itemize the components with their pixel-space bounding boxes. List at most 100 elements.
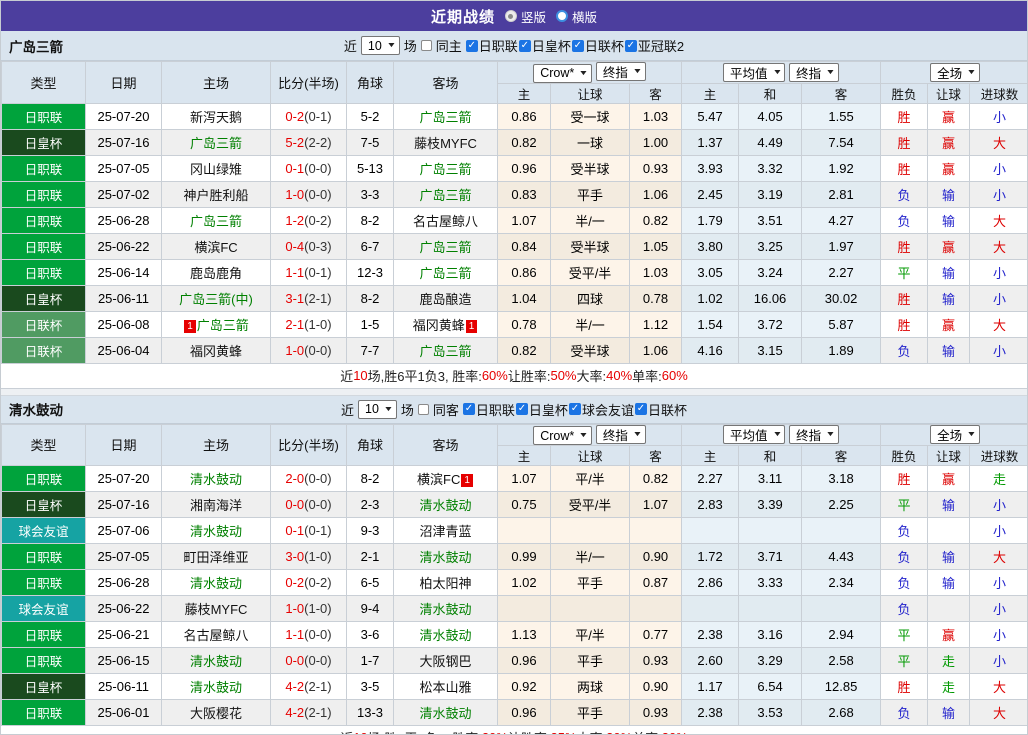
away-team-cell[interactable]: 柏太阳神: [393, 569, 498, 596]
result-goals-cell: 大: [969, 673, 1027, 700]
home-team-cell[interactable]: 横滨FC: [161, 232, 271, 260]
corners-cell: 6-5: [346, 569, 394, 596]
home-team-cell[interactable]: 清水鼓动: [161, 673, 271, 700]
bookmaker-select[interactable]: Crow* ▼: [533, 63, 593, 83]
away-team-cell[interactable]: 广岛三箭: [393, 258, 498, 286]
checkbox-checked-icon[interactable]: [518, 39, 531, 52]
odds-home-cell: 0.86: [497, 102, 551, 130]
home-team-cell[interactable]: 福冈黄蜂: [161, 336, 271, 364]
away-team-cell[interactable]: 藤枝MYFC: [393, 128, 498, 156]
home-team-cell[interactable]: 大阪樱花: [161, 699, 271, 726]
checkbox-checked-icon[interactable]: [462, 403, 475, 415]
league-type-cell: 日职联: [1, 699, 86, 726]
avg-draw-cell: 3.11: [738, 465, 803, 492]
result-wdl-cell: 平: [880, 258, 929, 286]
match-count-select[interactable]: 10 ▼: [360, 36, 400, 55]
away-team-cell[interactable]: 名古屋鲸八: [393, 206, 498, 234]
away-team-cell[interactable]: 松本山雅: [393, 673, 498, 700]
corners-cell: 3-3: [346, 180, 394, 208]
result-group-header: 全场 ▼: [880, 61, 1027, 84]
checkbox-checked-icon[interactable]: [571, 39, 584, 52]
home-team-cell[interactable]: 清水鼓动: [161, 465, 271, 492]
checkbox-checked-icon[interactable]: [515, 403, 528, 415]
away-team-cell[interactable]: 沼津青蓝: [393, 517, 498, 544]
matches-table-hiroshima: 类型 日期 主场 比分(半场) 角球 客场 Crow* ▼ 终指 ▼ 平均值 ▼ 终指…: [1, 61, 1027, 364]
result-wdl-cell: 负: [880, 206, 929, 234]
result-handicap-cell: 输: [927, 206, 971, 234]
odds-home-cell: 0.96: [497, 154, 551, 182]
handicap-cell: 受平/半: [550, 258, 630, 286]
avg-draw-cell: 16.06: [738, 284, 803, 312]
result-wdl-cell: 胜: [880, 284, 929, 312]
away-team-cell[interactable]: 广岛三箭: [393, 336, 498, 364]
score-cell: 4-2(2-1): [270, 699, 347, 726]
avg-away-cell: 1.97: [801, 232, 882, 260]
checkbox-checked-icon[interactable]: [624, 39, 637, 52]
away-team-cell[interactable]: 广岛三箭: [393, 232, 498, 260]
away-team-cell[interactable]: 广岛三箭: [393, 154, 498, 182]
avg-draw-cell: 4.05: [738, 102, 803, 130]
home-team-cell[interactable]: 藤枝MYFC: [161, 595, 271, 622]
same-venue-checkbox[interactable]: [417, 403, 429, 415]
league-type-cell: 日职联: [1, 647, 86, 674]
home-team-cell[interactable]: 冈山绿雉: [161, 154, 271, 182]
home-team-cell[interactable]: 町田泽维亚: [161, 543, 271, 570]
away-team-cell[interactable]: 清水鼓动: [393, 491, 498, 518]
away-team-cell[interactable]: 清水鼓动: [393, 595, 498, 622]
home-team-cell[interactable]: 广岛三箭: [161, 128, 271, 156]
radio-unchecked-icon[interactable]: [556, 10, 568, 22]
odds-home-cell: 0.84: [497, 232, 551, 260]
layout-radio-vertical[interactable]: 竖版: [504, 7, 546, 26]
home-team-cell[interactable]: 清水鼓动: [161, 517, 271, 544]
away-team-cell[interactable]: 鹿岛酿造: [393, 284, 498, 312]
checkbox-checked-icon[interactable]: [465, 39, 478, 52]
result-goals-cell: 大: [969, 310, 1027, 338]
home-team-cell[interactable]: 神户胜利船: [161, 180, 271, 208]
result-goals-cell: 小: [969, 595, 1027, 622]
chevron-down-icon: ▼: [825, 431, 836, 439]
home-team-cell[interactable]: 清水鼓动: [161, 647, 271, 674]
odds-time-select[interactable]: 终指 ▼: [595, 424, 646, 444]
home-team-cell[interactable]: 广岛三箭(中): [161, 284, 271, 312]
avg-time-select[interactable]: 终指 ▼: [789, 425, 840, 445]
checkbox-checked-icon[interactable]: [568, 403, 581, 415]
match-date-cell: 25-06-15: [85, 647, 162, 674]
odds-home-cell: 1.07: [497, 465, 551, 492]
home-team-cell[interactable]: 名古屋鲸八: [161, 621, 271, 648]
sub-col-header: 胜负: [880, 445, 929, 466]
scope-select[interactable]: 全场 ▼: [930, 425, 981, 445]
table-row: 日职联 25-07-20 新泻天鹅 0-2(0-1) 5-2 广岛三箭 0.86 受一球 1.0…: [1, 102, 1027, 130]
home-team-cell[interactable]: 1 广岛三箭: [161, 310, 271, 338]
away-team-cell[interactable]: 清水鼓动: [393, 543, 498, 570]
avg-time-select[interactable]: 终指 ▼: [789, 62, 840, 82]
away-team-cell[interactable]: 清水鼓动: [393, 699, 498, 726]
home-team-cell[interactable]: 广岛三箭: [161, 206, 271, 234]
match-date-cell: 25-06-28: [85, 206, 162, 234]
sub-col-header: 客: [801, 82, 882, 104]
home-team-cell[interactable]: 湘南海洋: [161, 491, 271, 518]
scope-select[interactable]: 全场 ▼: [930, 62, 981, 82]
layout-radio-horizontal[interactable]: 横版: [556, 7, 597, 26]
chevron-down-icon: ▼: [386, 42, 397, 49]
match-count-select[interactable]: 10 ▼: [358, 399, 397, 419]
away-team-cell[interactable]: 清水鼓动: [393, 621, 498, 648]
score-cell: 5-2(2-2): [270, 128, 347, 156]
same-venue-checkbox[interactable]: [420, 40, 432, 51]
home-team-cell[interactable]: 新泻天鹅: [161, 102, 271, 130]
home-team-cell[interactable]: 清水鼓动: [161, 569, 271, 596]
home-team-cell[interactable]: 鹿岛鹿角: [161, 258, 271, 286]
handicap-cell: 四球: [550, 284, 630, 312]
away-team-cell[interactable]: 横滨FC 1: [393, 465, 498, 492]
away-team-cell[interactable]: 大阪钢巴: [393, 647, 498, 674]
avg-select[interactable]: 平均值 ▼: [723, 62, 786, 82]
col-header: 类型: [1, 61, 86, 104]
away-team-cell[interactable]: 广岛三箭: [393, 180, 498, 208]
radio-checked-icon[interactable]: [504, 10, 517, 22]
bookmaker-select[interactable]: Crow* ▼: [533, 426, 593, 445]
checkbox-checked-icon[interactable]: [634, 403, 647, 415]
away-team-cell[interactable]: 福冈黄蜂 1: [393, 310, 498, 338]
avg-select[interactable]: 平均值 ▼: [723, 425, 786, 445]
avg-away-cell: 7.54: [801, 128, 882, 156]
odds-time-select[interactable]: 终指 ▼: [595, 62, 646, 81]
away-team-cell[interactable]: 广岛三箭: [393, 102, 498, 130]
